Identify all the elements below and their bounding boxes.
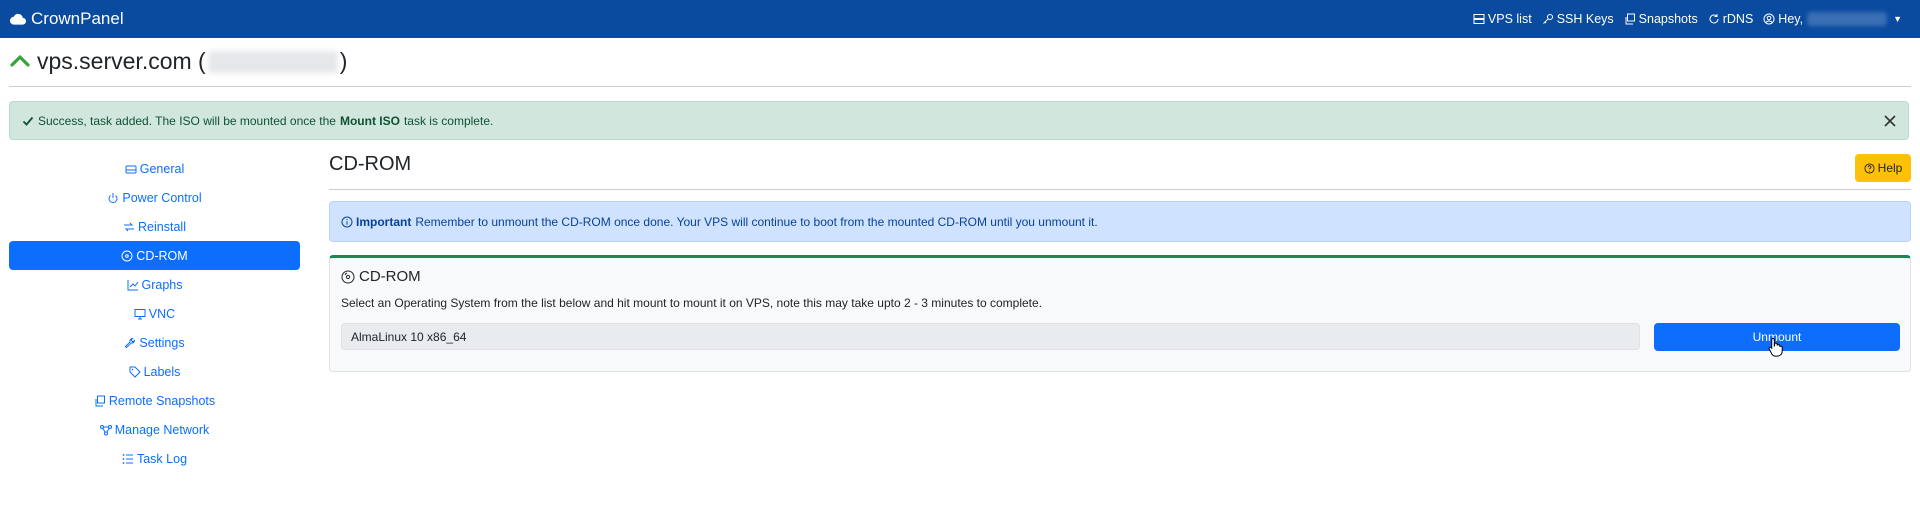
nav-greeting: Hey, xyxy=(1778,12,1804,26)
brand[interactable]: CrownPanel xyxy=(9,0,124,38)
disk-icon xyxy=(125,165,137,173)
top-navbar: CrownPanel VPS list SSH Keys Snapshots r… xyxy=(0,0,1920,38)
sidebar-item-label: Remote Snapshots xyxy=(108,393,216,408)
key-icon xyxy=(1542,14,1553,24)
copy-icon xyxy=(1625,13,1635,25)
info-text: Remember to unmount the CD-ROM once done… xyxy=(415,214,1098,229)
sidebar-item-cd-rom[interactable]: CD-ROM xyxy=(9,241,300,270)
sidebar-item-remote-snapshots[interactable]: Remote Snapshots xyxy=(9,386,300,415)
sidebar-item-label: Labels xyxy=(143,364,181,379)
sidebar-item-label: Settings xyxy=(139,335,185,350)
help-button[interactable]: Help xyxy=(1855,154,1911,182)
nav-ssh-keys[interactable]: SSH Keys xyxy=(1542,12,1614,26)
section-title: CD-ROM xyxy=(329,153,412,175)
hand-cursor-icon xyxy=(1768,337,1783,357)
info-circle-icon xyxy=(341,216,353,227)
success-text-prefix: Success, task added. The ISO will be mou… xyxy=(38,113,336,128)
os-select[interactable]: AlmaLinux 10 x86_64 xyxy=(341,323,1640,350)
success-text-bold: Mount ISO xyxy=(339,113,400,128)
nav-vps-list-label: VPS list xyxy=(1487,12,1532,26)
sidebar: General Power Control Reinstall CD-ROM G… xyxy=(9,154,300,473)
sidebar-item-power-control[interactable]: Power Control xyxy=(9,183,300,212)
nav-user-menu[interactable]: Hey, ▼ xyxy=(1763,12,1902,26)
card-description: Select an Operating System from the list… xyxy=(341,296,1043,310)
info-bold: Important xyxy=(356,214,412,229)
refresh-icon xyxy=(1709,14,1719,24)
card-title: CD-ROM xyxy=(341,268,421,285)
brand-name: CrownPanel xyxy=(31,9,124,28)
disc-icon xyxy=(121,250,133,261)
sidebar-item-label: CD-ROM xyxy=(136,248,188,263)
nav-rdns-label: rDNS xyxy=(1722,12,1754,26)
chevron-up-icon xyxy=(10,55,30,67)
sidebar-item-task-log[interactable]: Task Log xyxy=(9,444,300,473)
copy-icon xyxy=(95,395,105,406)
cloud-icon xyxy=(9,13,27,25)
sidebar-item-label: Task Log xyxy=(136,451,188,466)
check-icon xyxy=(22,116,34,126)
sidebar-item-general[interactable]: General xyxy=(9,154,300,183)
card-title-label: CD-ROM xyxy=(359,268,421,285)
page-header: vps.server.com () xyxy=(9,46,347,76)
section-divider xyxy=(329,189,1911,190)
server-icon xyxy=(1473,14,1485,24)
user-circle-icon xyxy=(1763,13,1775,25)
nav-vps-list[interactable]: VPS list xyxy=(1473,12,1532,26)
sidebar-item-label: Power Control xyxy=(122,190,202,205)
sidebar-item-label: Graphs xyxy=(141,277,183,292)
nav-rdns[interactable]: rDNS xyxy=(1708,12,1754,26)
nav-snapshots-label: Snapshots xyxy=(1638,12,1698,26)
header-divider xyxy=(9,86,1911,87)
question-circle-icon xyxy=(1864,162,1875,174)
nav-snapshots[interactable]: Snapshots xyxy=(1624,12,1698,26)
close-paren: ) xyxy=(339,47,348,74)
reinstall-icon xyxy=(124,222,135,231)
page-title: vps.server.com () xyxy=(37,48,347,75)
list-icon xyxy=(122,453,133,464)
info-alert: Important Remember to unmount the CD-ROM… xyxy=(329,201,1911,242)
sidebar-item-label: VNC xyxy=(148,306,176,321)
help-label: Help xyxy=(1877,161,1903,175)
sidebar-item-label: Reinstall xyxy=(138,219,186,234)
network-icon xyxy=(99,424,112,435)
sidebar-item-reinstall[interactable]: Reinstall xyxy=(9,212,300,241)
success-text-suffix: task is complete. xyxy=(403,113,494,128)
sidebar-item-label: Manage Network xyxy=(114,422,210,437)
nav-ssh-keys-label: SSH Keys xyxy=(1556,12,1614,26)
sidebar-item-labels[interactable]: Labels xyxy=(9,357,300,386)
close-icon[interactable] xyxy=(1882,113,1898,129)
monitor-icon xyxy=(134,308,146,319)
username-redacted xyxy=(1807,12,1888,26)
chevron-down-icon: ▼ xyxy=(1893,14,1902,24)
sidebar-item-graphs[interactable]: Graphs xyxy=(9,270,300,299)
sidebar-item-label: General xyxy=(139,161,185,176)
nav-links: VPS list SSH Keys Snapshots rDNS Hey, ▼ xyxy=(1463,0,1902,38)
sidebar-item-settings[interactable]: Settings xyxy=(9,328,300,357)
cdrom-card: CD-ROM Select an Operating System from t… xyxy=(329,255,1911,372)
graph-icon xyxy=(127,279,138,290)
power-icon xyxy=(108,192,118,203)
tag-icon xyxy=(129,366,141,378)
ip-redacted xyxy=(207,51,338,74)
sidebar-item-manage-network[interactable]: Manage Network xyxy=(9,415,300,444)
sidebar-item-vnc[interactable]: VNC xyxy=(9,299,300,328)
hostname: vps.server.com ( xyxy=(37,47,206,74)
success-alert: Success, task added. The ISO will be mou… xyxy=(9,101,1909,140)
disc-icon xyxy=(341,270,355,283)
wrench-icon xyxy=(125,337,136,348)
